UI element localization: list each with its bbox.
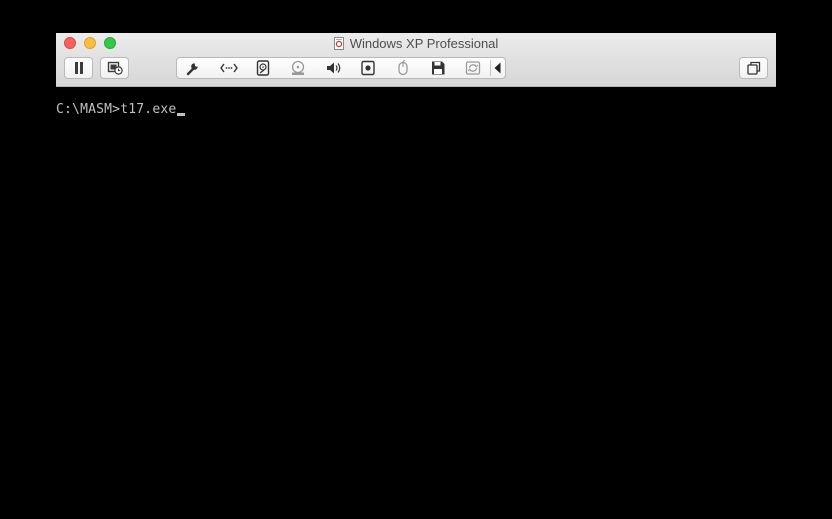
usb-mouse-button[interactable]	[391, 60, 415, 76]
settings-button[interactable]	[181, 60, 205, 76]
pause-icon	[75, 62, 83, 74]
snapshot-clock-icon	[107, 61, 123, 75]
camera-icon	[361, 60, 375, 76]
window-mode-button[interactable]	[739, 57, 768, 79]
window-titlebar[interactable]: Windows XP Professional	[56, 33, 776, 87]
window-title-text: Windows XP Professional	[349, 36, 499, 51]
snapshot-button[interactable]	[100, 57, 129, 79]
sound-button[interactable]	[321, 60, 345, 76]
pause-button[interactable]	[64, 57, 93, 79]
network-arrows-icon	[220, 63, 238, 73]
guest-screen[interactable]: C:\MASM>t17.exe	[56, 87, 776, 519]
camera-button[interactable]	[356, 60, 380, 76]
cd-eject-icon	[291, 60, 305, 75]
vm-document-icon	[333, 37, 344, 50]
speaker-icon	[327, 62, 341, 74]
device-toolbar	[176, 57, 506, 79]
mouse-icon	[398, 60, 408, 76]
floppy-button[interactable]	[426, 60, 450, 76]
typed-command: t17.exe	[120, 102, 177, 117]
network-button[interactable]	[216, 60, 240, 76]
collapse-toolbar-button[interactable]	[491, 60, 505, 76]
prompt-path: C:\MASM>	[56, 102, 121, 117]
wrench-icon	[186, 63, 198, 76]
cd-dvd-button[interactable]	[286, 60, 310, 76]
hard-disk-icon	[256, 60, 270, 76]
window-title: Windows XP Professional	[56, 35, 776, 53]
sync-icon	[465, 61, 481, 75]
floppy-icon	[432, 61, 445, 75]
command-line: C:\MASM>t17.exe	[56, 102, 186, 118]
triangle-left-icon	[494, 62, 501, 74]
hard-disk-button[interactable]	[251, 60, 275, 76]
window-stack-icon	[747, 61, 761, 75]
text-cursor	[177, 113, 186, 116]
shared-folders-button[interactable]	[461, 60, 485, 76]
